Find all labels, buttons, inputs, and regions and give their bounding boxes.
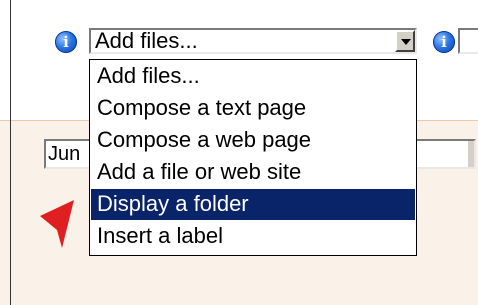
option-add-file-or-web-site[interactable]: Add a file or web site bbox=[91, 157, 415, 188]
option-insert-label[interactable]: Insert a label bbox=[91, 221, 415, 252]
add-files-select[interactable]: Add files... bbox=[89, 28, 417, 54]
arrow-cursor-icon bbox=[40, 200, 74, 248]
panel-border bbox=[10, 0, 11, 305]
info-icon[interactable]: i bbox=[433, 31, 455, 53]
second-select[interactable] bbox=[458, 28, 478, 54]
add-files-select-value: Add files... bbox=[95, 28, 198, 53]
option-display-folder[interactable]: Display a folder bbox=[91, 189, 415, 220]
option-add-files[interactable]: Add files... bbox=[91, 61, 415, 92]
chevron-down-icon[interactable] bbox=[395, 30, 415, 52]
option-compose-text-page[interactable]: Compose a text page bbox=[91, 93, 415, 124]
chevron-down-icon[interactable] bbox=[468, 141, 474, 167]
add-files-dropdown-list: Add files... Compose a text page Compose… bbox=[89, 59, 417, 256]
date-select-value: Jun bbox=[48, 143, 81, 165]
info-icon[interactable]: i bbox=[55, 31, 77, 53]
option-compose-web-page[interactable]: Compose a web page bbox=[91, 125, 415, 156]
